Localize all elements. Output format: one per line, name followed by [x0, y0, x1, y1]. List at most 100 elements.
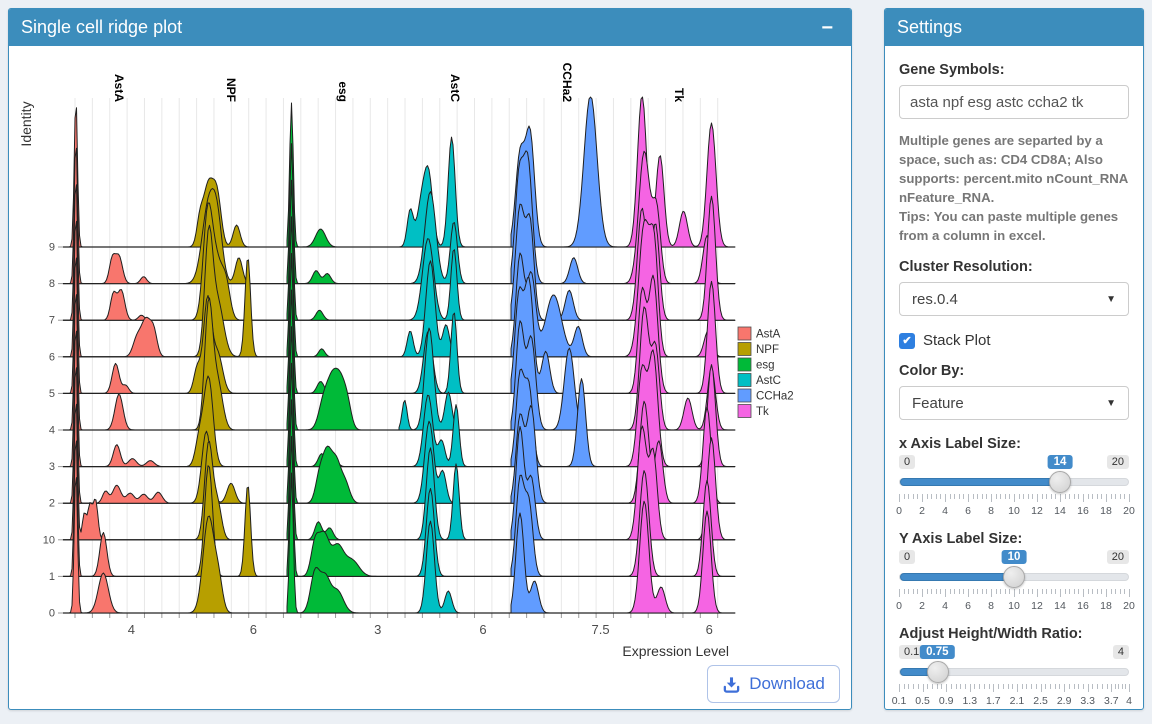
slider-minor-tick — [1115, 589, 1116, 594]
slider-tick — [923, 684, 924, 692]
slider-minor-tick — [1097, 494, 1098, 499]
slider-minor-tick — [950, 494, 951, 499]
slider-max-badge: 4 — [1113, 645, 1129, 659]
gene-symbols-help: Multiple genes are separted by a space, … — [899, 131, 1129, 245]
slider-0[interactable]: 0 20 14 02468101214161820 — [899, 455, 1129, 519]
slider-tick — [899, 684, 900, 692]
y-axis-title: Identity — [18, 101, 34, 146]
slider-minor-tick — [973, 589, 974, 594]
slider-tick-label: 20 — [1123, 600, 1135, 612]
ridge-plot-title: Single cell ridge plot — [21, 17, 815, 38]
slider-minor-tick — [998, 684, 999, 689]
gene-symbols-input[interactable] — [899, 85, 1129, 119]
svg-text:4: 4 — [49, 425, 55, 437]
chevron-down-icon: ▼ — [1106, 398, 1116, 409]
gene-symbols-help-line2: Tips: You can paste multiple genes from … — [899, 207, 1129, 245]
slider-tick-label: 2.5 — [1033, 695, 1048, 707]
slider-tick-label: 12 — [1031, 600, 1043, 612]
slider-minor-tick — [1125, 684, 1126, 689]
slider-tick-label: 4 — [1126, 695, 1132, 707]
slider-minor-tick — [1023, 494, 1024, 499]
slider-minor-tick — [1111, 589, 1112, 594]
slider-minor-tick — [1115, 684, 1116, 689]
slider-minor-tick — [904, 589, 905, 594]
settings-card: Settings Gene Symbols: Multiple genes ar… — [884, 8, 1144, 710]
slider-minor-tick — [1074, 589, 1075, 594]
color-by-value: Feature — [912, 395, 964, 412]
slider-minor-tick — [1031, 684, 1032, 689]
legend-label: esg — [756, 360, 775, 372]
ridge-plot-chart: 98765432101046367.56Expression LevelIden… — [9, 46, 851, 668]
slider-tick — [993, 684, 994, 692]
slider-minor-tick — [904, 684, 905, 689]
svg-text:8: 8 — [49, 278, 55, 290]
slider-minor-tick — [1092, 684, 1093, 689]
slider-min-badge: 0 — [899, 455, 915, 469]
slider-minor-tick — [1009, 494, 1010, 499]
slider-minor-tick — [1045, 684, 1046, 689]
slider-value-badge: 0.75 — [920, 645, 954, 659]
slider-tick-label: 6 — [965, 600, 971, 612]
stack-plot-checkbox[interactable]: ✔ — [899, 333, 915, 349]
slider-minor-tick — [1122, 684, 1123, 689]
slider-tick — [1017, 684, 1018, 692]
legend-label: CCHa2 — [756, 391, 794, 403]
slider-label-0: x Axis Label Size: — [899, 436, 1129, 453]
slider-minor-tick — [917, 494, 918, 499]
slider-minor-tick — [1074, 494, 1075, 499]
slider-minor-tick — [1050, 684, 1051, 689]
slider-minor-tick — [996, 494, 997, 499]
slider-minor-tick — [1069, 494, 1070, 499]
slider-handle[interactable] — [1003, 566, 1025, 588]
slider-value-badge: 10 — [1002, 550, 1027, 564]
slider-grid: 0.10.50.91.31.72.12.52.93.33.74 — [899, 684, 1129, 710]
slider-track[interactable] — [899, 573, 1129, 581]
chevron-down-icon: ▼ — [1106, 294, 1116, 305]
slider-tick — [968, 589, 969, 597]
cluster-resolution-select[interactable]: res.0.4 ▼ — [899, 282, 1129, 316]
slider-minor-tick — [1019, 494, 1020, 499]
slider-minor-tick — [1078, 684, 1079, 689]
slider-tick-label: 2 — [919, 600, 925, 612]
slider-minor-tick — [959, 589, 960, 594]
slider-2[interactable]: 0.1 4 0.75 0.10.50.91.31.72.12.52.93.33.… — [899, 645, 1129, 709]
slider-minor-tick — [1012, 684, 1013, 689]
slider-handle[interactable] — [1049, 471, 1071, 493]
slider-minor-tick — [1069, 684, 1070, 689]
slider-minor-tick — [927, 684, 928, 689]
slider-handle[interactable] — [927, 661, 949, 683]
slider-minor-tick — [913, 684, 914, 689]
slider-minor-tick — [984, 684, 985, 689]
slider-tick-label: 1.3 — [962, 695, 977, 707]
slider-tick — [1064, 684, 1065, 692]
slider-minor-tick — [1118, 684, 1119, 689]
slider-track[interactable] — [899, 478, 1129, 486]
legend-swatch — [738, 374, 751, 387]
download-button[interactable]: Download — [707, 665, 840, 703]
svg-text:0: 0 — [49, 608, 55, 620]
collapse-minus-icon[interactable]: − — [815, 18, 839, 38]
svg-text:6: 6 — [479, 622, 486, 637]
stack-plot-checkbox-row[interactable]: ✔ Stack Plot — [899, 332, 1129, 349]
slider-1[interactable]: 0 20 10 02468101214161820 — [899, 550, 1129, 614]
svg-text:10: 10 — [43, 534, 55, 546]
slider-minor-tick — [959, 494, 960, 499]
slider-min-badge: 0 — [899, 550, 915, 564]
slider-minor-tick — [963, 589, 964, 594]
slider-minor-tick — [1042, 494, 1043, 499]
slider-tick — [1129, 589, 1130, 597]
slider-minor-tick — [1009, 589, 1010, 594]
legend-swatch — [738, 405, 751, 418]
slider-minor-tick — [1120, 589, 1121, 594]
slider-minor-tick — [904, 494, 905, 499]
slider-minor-tick — [1000, 589, 1001, 594]
slider-tick — [1037, 494, 1038, 502]
svg-text:NPF: NPF — [224, 78, 238, 102]
slider-filled-bar — [900, 478, 1060, 486]
svg-text:1: 1 — [49, 571, 55, 583]
slider-minor-tick — [989, 684, 990, 689]
slider-minor-tick — [918, 684, 919, 689]
color-by-select[interactable]: Feature ▼ — [899, 386, 1129, 420]
slider-track[interactable] — [899, 668, 1129, 676]
gene-symbols-label: Gene Symbols: — [899, 62, 1129, 79]
